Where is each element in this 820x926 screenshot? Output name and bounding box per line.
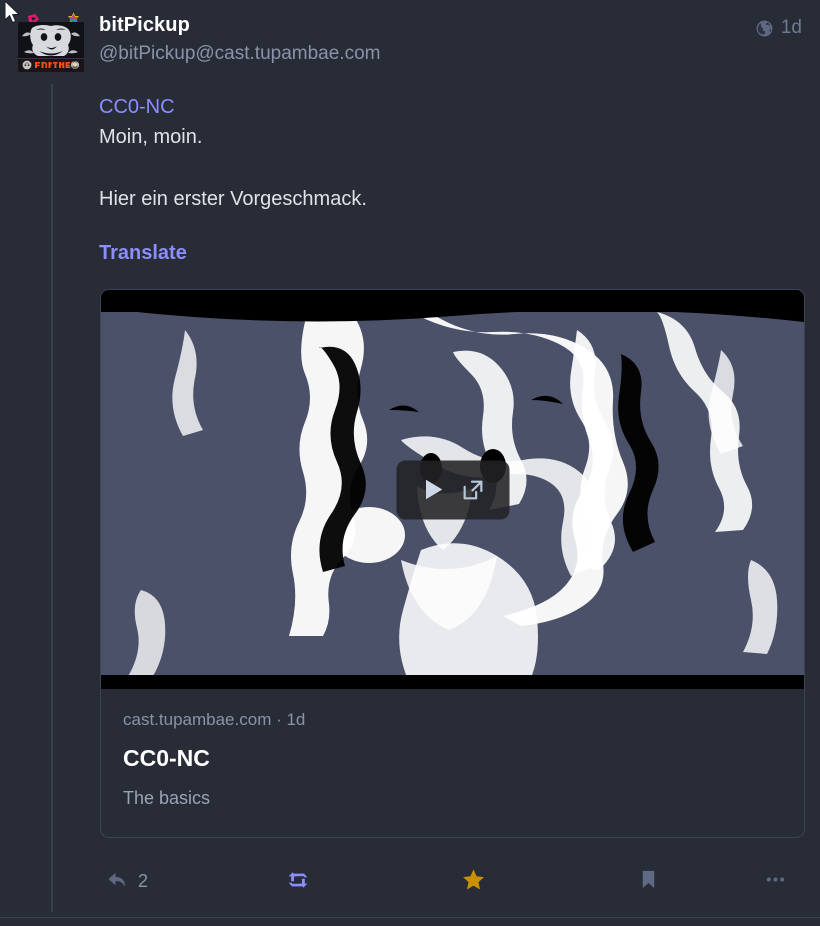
reply-icon: [106, 868, 129, 894]
boost-button[interactable]: [185, 857, 365, 905]
relative-timestamp: 1d: [780, 17, 802, 38]
avatar-image[interactable]: [18, 22, 84, 72]
account-handle: @bitPickup@cast.tupambae.com: [99, 43, 381, 64]
status-paragraph-2: Hier ein erster Vorgeschmack.: [99, 188, 367, 210]
card-text-block: cast.tupambae.com · 1d CC0-NC The basics: [101, 689, 804, 810]
bookmark-button[interactable]: [540, 857, 716, 905]
favourite-button[interactable]: [366, 857, 540, 905]
video-controls-overlay[interactable]: [396, 460, 509, 519]
link-preview-card[interactable]: cast.tupambae.com · 1d CC0-NC The basics: [100, 289, 805, 838]
video-preview[interactable]: [101, 290, 804, 689]
post-header: bitPickup @bitPickup@cast.tupambae.com 1…: [0, 0, 820, 84]
post-meta: 1d: [755, 17, 802, 39]
post-detail-view: bitPickup @bitPickup@cast.tupambae.com 1…: [0, 0, 820, 926]
display-name: bitPickup: [99, 14, 190, 36]
post-action-bar: 2: [95, 857, 808, 905]
translate-button[interactable]: Translate: [99, 239, 187, 267]
post-content: CC0-NC Moin, moin. Hier ein erster Vorge…: [99, 92, 805, 267]
ellipsis-icon: [764, 868, 787, 894]
status-paragraph-1: Moin, moin.: [99, 126, 203, 148]
play-icon[interactable]: [420, 477, 446, 503]
more-button[interactable]: [717, 857, 808, 905]
content-hashtag-link[interactable]: CC0-NC: [99, 92, 805, 122]
external-link-icon[interactable]: [461, 477, 486, 502]
boost-icon: [286, 868, 310, 895]
bookmark-icon: [637, 868, 660, 894]
bottom-divider: [0, 917, 820, 918]
reply-button[interactable]: 2: [95, 857, 185, 905]
account-names[interactable]: bitPickup @bitPickup@cast.tupambae.com: [99, 11, 380, 68]
card-provider: cast.tupambae.com · 1d: [123, 710, 306, 729]
star-icon: [461, 867, 486, 895]
globe-icon: [755, 19, 774, 38]
reply-count: 2: [138, 871, 149, 891]
thread-connector-line: [51, 84, 53, 912]
avatar-container[interactable]: [18, 12, 84, 72]
card-description: The basics: [123, 788, 211, 808]
card-title: CC0-NC: [123, 745, 210, 771]
